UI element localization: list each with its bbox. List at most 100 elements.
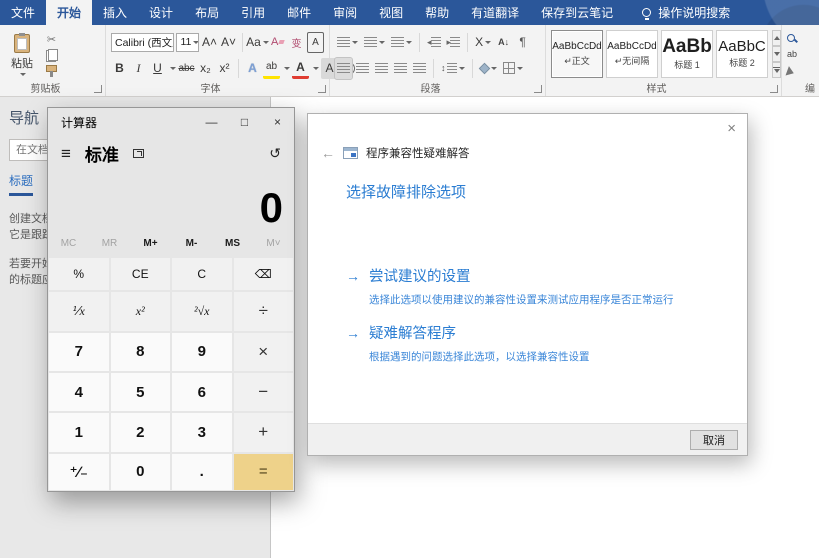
tab-mailings[interactable]: 邮件 [276, 0, 322, 25]
dropdown-caret-icon[interactable] [284, 67, 290, 70]
dropdown-caret-icon[interactable] [170, 67, 176, 70]
key-8[interactable]: 8 [111, 333, 171, 371]
memory-subtract-button[interactable]: M- [171, 238, 212, 249]
copy-button[interactable] [43, 47, 60, 63]
underline-button[interactable]: U [149, 58, 166, 79]
decrease-indent-button[interactable]: ◂ [425, 32, 443, 53]
align-right-button[interactable] [373, 58, 390, 79]
close-button[interactable]: × [261, 108, 294, 136]
tell-me-search[interactable]: 操作说明搜索 [642, 0, 730, 25]
phonetic-guide-button[interactable]: 变 [288, 32, 305, 53]
key-subtract[interactable]: − [234, 373, 294, 411]
gallery-more-button[interactable] [772, 62, 781, 78]
justify-button[interactable] [392, 58, 409, 79]
back-arrow-icon[interactable]: ← [321, 146, 335, 160]
key-decimal[interactable]: . [172, 454, 232, 490]
tab-references[interactable]: 引用 [230, 0, 276, 25]
style-card-heading2[interactable]: AaBbC 标题 2 [716, 30, 768, 78]
cut-button[interactable]: ✂ [43, 31, 60, 47]
hamburger-menu-icon[interactable]: ≡ [61, 145, 71, 162]
option-try-recommended[interactable]: → 尝试建议的设置 选择此选项以使用建议的兼容性设置来测试应用程序是否正常运行 [346, 265, 674, 307]
align-center-button[interactable] [354, 58, 371, 79]
multilevel-list-button[interactable] [389, 32, 414, 53]
dropdown-caret-icon[interactable] [313, 67, 319, 70]
character-border-button[interactable]: A [307, 32, 324, 53]
superscript-button[interactable]: x² [216, 58, 233, 79]
key-3[interactable]: 3 [172, 413, 232, 451]
style-card-heading1[interactable]: AaBb 标题 1 [661, 30, 713, 78]
numbering-button[interactable] [362, 32, 387, 53]
style-card-normal[interactable]: AaBbCcDd ↵正文 [551, 30, 603, 78]
minimize-button[interactable]: — [195, 108, 228, 136]
style-card-no-spacing[interactable]: AaBbCcDd ↵无间隔 [606, 30, 658, 78]
key-equals[interactable]: = [234, 454, 294, 490]
tab-layout[interactable]: 布局 [184, 0, 230, 25]
key-6[interactable]: 6 [172, 373, 232, 411]
key-multiply[interactable]: × [234, 333, 294, 371]
styles-dialog-launcher[interactable] [770, 85, 778, 93]
memory-add-button[interactable]: M+ [130, 238, 171, 249]
key-0[interactable]: 0 [111, 454, 171, 490]
option-troubleshoot-program[interactable]: → 疑难解答程序 根据遇到的问题选择此选项，以选择兼容性设置 [346, 322, 590, 364]
dialog-close-icon[interactable]: × [727, 121, 736, 136]
memory-flyout-button[interactable]: M˅ [253, 238, 294, 249]
asian-layout-button[interactable]: X [473, 32, 493, 53]
key-backspace[interactable]: ⌫ [234, 258, 294, 290]
text-effects-button[interactable]: A [244, 58, 261, 79]
font-dialog-launcher[interactable] [318, 85, 326, 93]
key-7[interactable]: 7 [49, 333, 109, 371]
key-5[interactable]: 5 [111, 373, 171, 411]
key-4[interactable]: 4 [49, 373, 109, 411]
clear-formatting-button[interactable]: A [269, 32, 286, 53]
tab-file[interactable]: 文件 [0, 0, 46, 25]
tab-home[interactable]: 开始 [46, 0, 92, 25]
shrink-font-button[interactable]: A˅ [220, 32, 237, 53]
nav-tab-headings[interactable]: 标题 [9, 172, 33, 196]
tab-youdao-translate[interactable]: 有道翻译 [460, 0, 530, 25]
subscript-button[interactable]: x₂ [197, 58, 214, 79]
tab-design[interactable]: 设计 [138, 0, 184, 25]
align-left-button[interactable] [335, 58, 352, 79]
format-painter-button[interactable] [43, 63, 60, 79]
shading-button[interactable] [478, 58, 499, 79]
strikethrough-button[interactable]: abc [178, 58, 195, 79]
distribute-button[interactable] [411, 58, 428, 79]
key-clear[interactable]: C [172, 258, 232, 290]
bullets-button[interactable] [335, 32, 360, 53]
tab-insert[interactable]: 插入 [92, 0, 138, 25]
gallery-down-button[interactable] [772, 46, 781, 62]
increase-indent-button[interactable]: ▸ [445, 32, 463, 53]
memory-recall-button[interactable]: MR [89, 238, 130, 249]
bold-button[interactable]: B [111, 58, 128, 79]
change-case-button[interactable]: Aa [248, 32, 267, 53]
key-1[interactable]: 1 [49, 413, 109, 451]
select-button[interactable] [787, 63, 819, 80]
key-2[interactable]: 2 [111, 413, 171, 451]
paragraph-dialog-launcher[interactable] [534, 85, 542, 93]
gallery-up-button[interactable] [772, 30, 781, 46]
key-divide[interactable]: ÷ [234, 292, 294, 330]
cancel-button[interactable]: 取消 [690, 430, 738, 450]
show-hide-marks-button[interactable]: ¶ [514, 32, 531, 53]
tab-help[interactable]: 帮助 [414, 0, 460, 25]
calculator-titlebar[interactable]: 计算器 — □ × [48, 108, 294, 136]
tab-save-to-cloud-notes[interactable]: 保存到云笔记 [530, 0, 624, 25]
memory-store-button[interactable]: MS [212, 238, 253, 249]
tab-review[interactable]: 审阅 [322, 0, 368, 25]
key-clear-entry[interactable]: CE [111, 258, 171, 290]
replace-button[interactable]: ab [787, 46, 819, 63]
keep-on-top-icon[interactable] [133, 149, 144, 158]
key-reciprocal[interactable]: ⅟x [49, 292, 109, 330]
line-spacing-button[interactable]: ↕ [439, 58, 467, 79]
maximize-button[interactable]: □ [228, 108, 261, 136]
font-color-button[interactable]: A [292, 58, 309, 79]
paste-button[interactable]: 粘贴 [5, 29, 39, 81]
find-button[interactable] [787, 29, 819, 46]
key-square-root[interactable]: ²√x [172, 292, 232, 330]
highlight-color-button[interactable]: ab [263, 58, 280, 79]
font-size-combo[interactable]: 11 [176, 33, 199, 52]
key-9[interactable]: 9 [172, 333, 232, 371]
borders-button[interactable] [501, 58, 525, 79]
key-square[interactable]: x² [111, 292, 171, 330]
key-negate[interactable]: ⁺∕₋ [49, 454, 109, 490]
